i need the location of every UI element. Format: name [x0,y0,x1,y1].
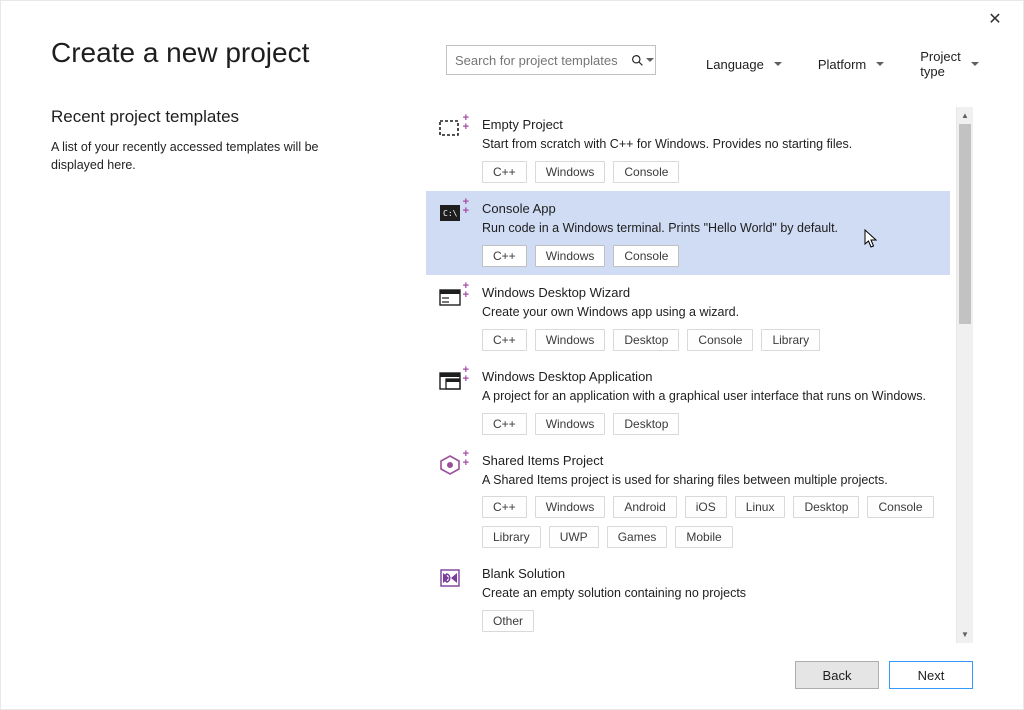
chevron-down-icon [876,62,884,66]
template-tag: Desktop [793,496,859,518]
template-tag: Windows [535,245,606,267]
scrollbar[interactable]: ▲ ▼ [956,107,973,643]
template-tag: Android [613,496,676,518]
template-tag: iOS [685,496,727,518]
template-title: Empty Project [482,117,938,132]
recent-templates-description: A list of your recently accessed templat… [51,139,331,174]
template-icon: ++ [438,117,466,145]
template-tag: Console [867,496,933,518]
template-tag: C++ [482,413,527,435]
search-container[interactable] [446,45,656,75]
template-description: Create your own Windows app using a wiza… [482,304,938,321]
chevron-down-icon [774,62,782,66]
template-item[interactable]: ++ Shared Items Project A Shared Items pro… [426,443,950,557]
template-tag: Console [613,161,679,183]
template-tag: C++ [482,329,527,351]
back-button[interactable]: Back [795,661,879,689]
page-title: Create a new project [51,37,426,69]
template-tag: Console [687,329,753,351]
template-tag: Library [482,526,541,548]
template-icon: ++ [438,285,466,313]
scroll-up-button[interactable]: ▲ [957,107,973,124]
chevron-down-icon [971,62,979,66]
template-tags: C++ Windows Desktop Console Library [482,329,938,351]
template-title: Windows Desktop Wizard [482,285,938,300]
template-item[interactable]: Blank Solution Create an empty solution c… [426,556,950,640]
template-tag: C++ [482,496,527,518]
template-tag: C++ [482,245,527,267]
template-icon: ++ [438,369,466,397]
template-list: ++ Empty Project Start from scratch with C… [426,107,956,643]
template-tag: Windows [535,161,606,183]
search-icon[interactable] [631,54,654,67]
language-filter[interactable]: Language [706,49,782,79]
template-item[interactable]: C:\++ Console App Run code in a Windows te… [426,191,950,275]
scroll-down-button[interactable]: ▼ [957,626,973,643]
template-tag: Other [482,610,534,632]
platform-filter[interactable]: Platform [818,49,884,79]
chevron-down-icon [646,58,654,62]
template-tag: Desktop [613,413,679,435]
scroll-thumb[interactable] [959,124,971,324]
template-tag: Desktop [613,329,679,351]
template-icon: ++ [438,453,466,481]
next-button[interactable]: Next [889,661,973,689]
template-title: Windows Desktop Application [482,369,938,384]
template-tag: Windows [535,413,606,435]
template-tag: Windows [535,329,606,351]
template-tag: C++ [482,161,527,183]
template-tags: C++ Windows Desktop [482,413,938,435]
template-item[interactable]: ++ Windows Desktop Application A project f… [426,359,950,443]
template-description: Create an empty solution containing no p… [482,585,938,602]
template-tags: C++ Windows Console [482,245,938,267]
template-tag: Console [613,245,679,267]
search-input[interactable] [455,53,631,68]
template-icon [438,566,466,594]
template-title: Blank Solution [482,566,938,581]
template-tag: Windows [535,496,606,518]
template-description: Run code in a Windows terminal. Prints "… [482,220,938,237]
project-type-filter-label: Project type [920,49,960,79]
template-tags: C++ Windows Console [482,161,938,183]
template-tag: Library [761,329,820,351]
template-tags: Other [482,610,938,632]
template-tag: UWP [549,526,599,548]
recent-templates-heading: Recent project templates [51,107,406,127]
language-filter-label: Language [706,57,764,72]
template-tags: C++ Windows Android iOS Linux Desktop Console L… [482,496,938,548]
template-tag: Linux [735,496,786,518]
template-description: A Shared Items project is used for shari… [482,472,938,489]
template-tag: Mobile [675,526,732,548]
template-item[interactable]: ++ Empty Project Start from scratch with C… [426,107,950,191]
template-description: Start from scratch with C++ for Windows.… [482,136,938,153]
template-item[interactable]: ++ Windows Desktop Wizard Create your own … [426,275,950,359]
template-description: A project for an application with a grap… [482,388,938,405]
svg-text:C:\: C:\ [443,209,458,218]
template-icon: C:\++ [438,201,466,229]
template-tag: Games [607,526,668,548]
template-title: Shared Items Project [482,453,938,468]
project-type-filter[interactable]: Project type [920,49,978,79]
platform-filter-label: Platform [818,57,866,72]
template-title: Console App [482,201,938,216]
close-button[interactable]: ✕ [985,9,1005,29]
